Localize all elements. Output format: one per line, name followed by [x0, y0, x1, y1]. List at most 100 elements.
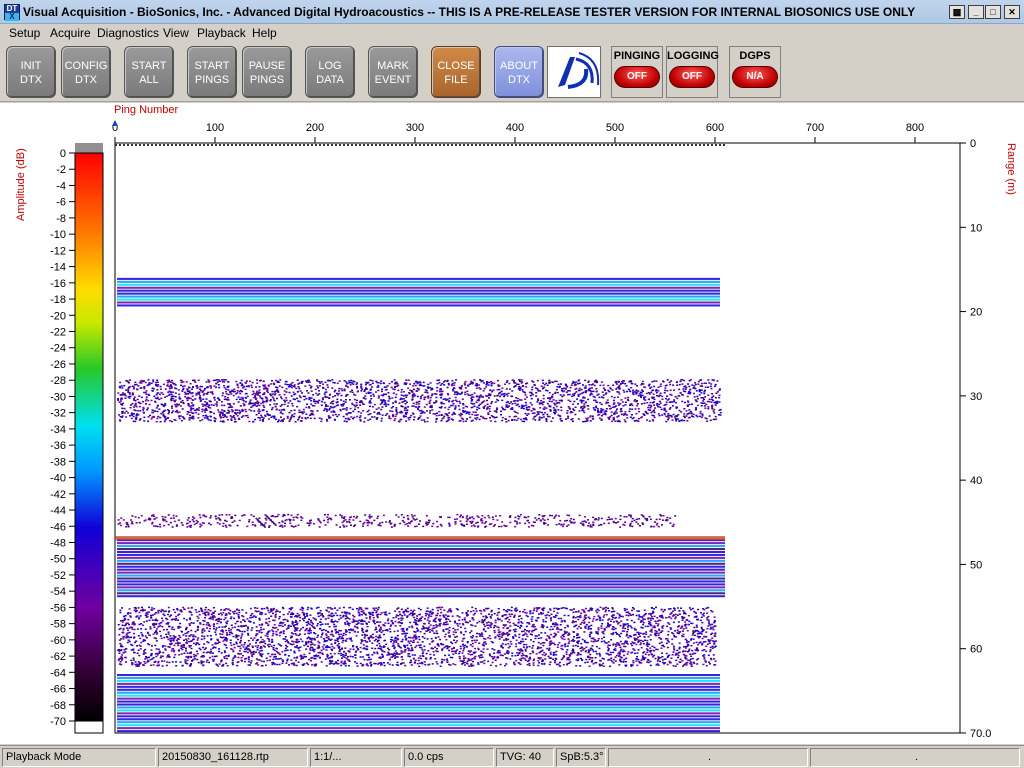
echo-speck — [624, 404, 627, 406]
echo-speck — [488, 393, 491, 395]
echo-speck — [205, 606, 208, 609]
echo-speck — [384, 389, 387, 391]
echo-speck — [188, 624, 191, 627]
biosonics-logo-button[interactable] — [547, 46, 601, 98]
start-pings-button[interactable]: START PINGS — [187, 46, 237, 98]
echogram-panel[interactable]: Ping Number Range (m) Amplitude (dB) 0 -… — [0, 103, 1024, 744]
echo-speck — [320, 400, 323, 403]
echo-speck — [339, 614, 342, 617]
menu-diagnostics[interactable]: Diagnostics — [97, 26, 159, 40]
echo-speck — [394, 620, 397, 623]
echo-speck — [550, 625, 553, 628]
echo-speck — [212, 404, 215, 406]
echo-speck — [485, 399, 488, 402]
echo-speck — [174, 400, 177, 403]
start-all-button[interactable]: START ALL — [124, 46, 174, 98]
echo-speck — [590, 387, 593, 389]
menu-help[interactable]: Help — [252, 26, 277, 40]
menu-view[interactable]: View — [163, 26, 189, 40]
echo-speck — [219, 415, 222, 417]
close-file-button[interactable]: CLOSE FILE — [431, 46, 481, 98]
echo-speck — [163, 405, 166, 407]
menu-playback[interactable]: Playback — [197, 26, 246, 40]
maximize-icon[interactable]: □ — [985, 5, 1001, 19]
echo-speck — [679, 392, 682, 394]
echo-speck — [414, 394, 417, 397]
echo-speck — [580, 406, 583, 408]
echo-speck — [333, 625, 336, 628]
echo-speck — [241, 390, 244, 393]
echo-speck — [263, 526, 266, 528]
about-dtx-button[interactable]: ABOUT DTX — [494, 46, 544, 98]
pinging-label: PINGING — [613, 50, 661, 62]
close-icon[interactable]: ✕ — [1004, 5, 1020, 19]
echo-speck — [174, 653, 177, 656]
pause-pings-button[interactable]: PAUSE PINGS — [242, 46, 292, 98]
echo-speck — [665, 420, 668, 423]
echo-speck — [177, 619, 180, 621]
menu-setup[interactable]: Setup — [9, 26, 40, 40]
echo-speck — [297, 386, 300, 388]
echo-speck — [419, 520, 422, 522]
echo-speck — [296, 513, 299, 516]
echo-speck — [525, 386, 528, 388]
echo-speck — [496, 379, 499, 382]
echo-speck — [310, 403, 313, 405]
echo-speck — [325, 404, 328, 406]
echo-speck — [236, 392, 239, 394]
echo-speck — [671, 654, 674, 656]
echo-speck — [530, 524, 533, 527]
echo-speck — [655, 622, 658, 625]
restore-icon[interactable]: ▩ — [949, 5, 965, 19]
menu-acquire[interactable]: Acquire — [50, 26, 91, 40]
echo-speck — [672, 621, 675, 624]
init-dtx-button[interactable]: INIT DTX — [6, 46, 56, 98]
echo-speck — [545, 419, 548, 421]
echo-speck — [683, 419, 686, 422]
echo-speck — [367, 519, 370, 522]
echo-speck — [708, 415, 711, 417]
dtx-app-icon[interactable]: DT X — [4, 4, 20, 21]
mark-event-button[interactable]: MARK EVENT — [368, 46, 418, 98]
echo-speck — [637, 618, 640, 620]
echo-speck — [712, 395, 715, 397]
echo-speck — [568, 393, 571, 396]
echo-speck — [507, 646, 510, 649]
echo-speck — [689, 388, 692, 391]
echo-speck — [118, 401, 121, 403]
minimize-icon[interactable]: _ — [968, 5, 984, 19]
echo-speck — [289, 400, 292, 402]
echo-speck — [373, 416, 376, 418]
echo-speck — [461, 516, 464, 519]
echogram-chart[interactable]: Ping Number Range (m) Amplitude (dB) 0-2… — [0, 103, 1024, 744]
echo-speck — [548, 397, 551, 399]
config-dtx-button[interactable]: CONFIG DTX — [61, 46, 111, 98]
echo-speck — [351, 391, 354, 394]
echo-speck — [412, 518, 415, 520]
echo-speck — [653, 398, 656, 401]
echo-speck — [641, 523, 644, 525]
echo-speck — [406, 409, 409, 412]
echo-speck — [386, 413, 389, 415]
echo-speck — [326, 396, 329, 398]
echo-speck — [366, 410, 369, 413]
echo-speck — [143, 386, 146, 388]
echo-speck — [204, 414, 207, 417]
echo-speck — [119, 524, 122, 527]
log-data-button[interactable]: LOG DATA — [305, 46, 355, 98]
echo-speck — [629, 404, 632, 407]
echo-speck — [129, 406, 132, 409]
title-bar[interactable]: DT X Visual Acquisition - BioSonics, Inc.… — [0, 0, 1024, 24]
echo-speck — [313, 398, 316, 401]
echo-speck — [162, 393, 165, 396]
echo-speck — [693, 396, 696, 398]
echo-speck — [275, 403, 278, 405]
echo-speck — [485, 521, 488, 523]
echo-speck — [152, 415, 155, 418]
echo-speck — [199, 419, 202, 422]
echo-speck — [628, 410, 631, 413]
echo-speck — [587, 380, 590, 383]
echo-speck — [499, 410, 502, 413]
echo-speck — [342, 634, 345, 637]
echo-speck — [269, 393, 272, 395]
